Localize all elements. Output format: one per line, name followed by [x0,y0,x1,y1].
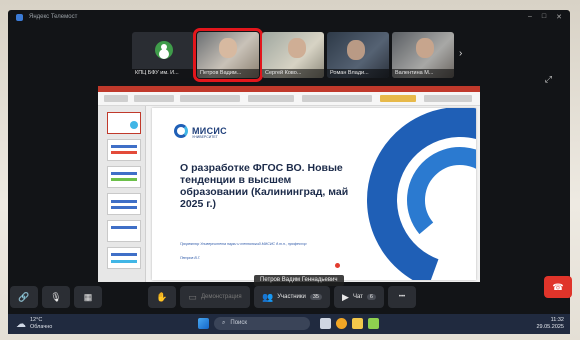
participant-name: Петров Вадим... [197,69,259,78]
cloud-icon: ☁ [16,318,26,330]
participants-label: Участники [277,294,306,300]
slide-thumbnail[interactable] [107,112,141,134]
app-icon[interactable] [368,318,379,329]
slide-thumbnail[interactable] [107,247,141,269]
photo-background: Яндекс Телемост – □ ✕ КПЦ БФУ им. И... П… [0,0,580,340]
taskbar-search[interactable]: ⌕ Поиск [214,317,310,330]
link-button[interactable]: 🔗 [10,286,38,308]
expand-icon[interactable]: ⤢ [545,74,552,85]
slide-thumbnail[interactable] [107,193,141,215]
ribbon-group [180,95,240,102]
search-icon: ⌕ [222,320,226,326]
phone-hangup-icon: ☎ [552,281,564,292]
participant-name: КПЦ БФУ им. И... [132,69,194,78]
raise-hand-button[interactable]: ✋ [148,286,176,308]
chat-icon: ▶ [342,291,349,302]
browser-icon[interactable] [336,318,347,329]
logo-mark-icon [174,124,188,138]
slide-caption: Проректор Университета науки и технологи… [180,242,307,246]
clock-time: 11:32 [550,317,564,323]
screen-share: МИСИС УНИВЕРСИТЕТ О разработке ФГОС ВО. … [98,86,480,282]
link-icon: 🔗 [18,291,30,302]
title-bar: Яндекс Телемост [8,10,570,24]
ribbon-group [248,95,294,102]
slide-author: Петров В.Г. [180,256,201,260]
slide-thumbnails [98,106,146,282]
powerpoint-ribbon [98,86,480,106]
participant-tile[interactable]: Валентина М... [392,32,454,78]
weather-text: Облачно [30,324,53,330]
microphone-button[interactable]: 🎙 [42,286,70,308]
participant-strip: КПЦ БФУ им. И... Петров Вадим... Сергей … [132,28,454,82]
clock-date: 29.05.2025 [536,324,564,330]
participant-name: Сергей Ково... [262,69,324,78]
participant-video [219,38,237,58]
call-toolbar: 🔗 🎙 ▦ ✋ ▭ Демонстрация 👥 Участники 35 ▶ … [8,286,570,312]
ribbon-group [302,95,372,102]
participant-tile-active[interactable]: Петров Вадим... [193,28,263,82]
slide-thumbnail[interactable] [107,139,141,161]
more-button[interactable]: ••• [388,286,416,308]
participant-tile[interactable]: Сергей Ково... [262,32,324,78]
ribbon-group [424,95,472,102]
end-call-button[interactable]: ☎ [544,276,572,298]
avatar [155,41,173,59]
participant-video [347,40,365,60]
demo-label: Демонстрация [200,294,242,300]
maximize-icon[interactable]: □ [542,13,546,21]
minimize-icon[interactable]: – [528,13,532,21]
slide-title: О разработке ФГОС ВО. Новые тенденции в … [180,162,349,210]
monitor-screen: Яндекс Телемост – □ ✕ КПЦ БФУ им. И... П… [8,10,570,334]
ribbon-tabs [98,86,480,92]
hand-icon: ✋ [156,291,168,302]
demo-button[interactable]: ▭ Демонстрация [180,286,250,308]
temperature: 12°C [30,317,43,323]
participant-tile[interactable]: Роман Влади... [327,32,389,78]
ribbon-group [380,95,416,102]
participants-button[interactable]: 👥 Участники 35 [254,286,330,308]
decorative-arcs [367,108,476,280]
windows-taskbar: ☁ 12°C Облачно ⌕ Поиск 11:32 29.05.2025 [8,314,570,334]
more-icon: ••• [398,294,406,300]
screen-share-icon: ▭ [188,291,197,302]
speaker-label: Петров Вадим Геннадьевич [254,275,344,286]
folder-icon[interactable] [352,318,363,329]
slide-thumbnail[interactable] [107,166,141,188]
participant-video [416,38,434,58]
ribbon-group [104,95,128,102]
camera-button[interactable]: ▦ [74,286,102,308]
chat-label: Чат [352,294,363,300]
task-view-icon[interactable] [320,318,331,329]
current-slide: МИСИС УНИВЕРСИТЕТ О разработке ФГОС ВО. … [152,108,476,280]
people-icon: 👥 [261,291,274,302]
microphone-icon: 🎙 [50,291,62,302]
app-icon [16,13,23,21]
participant-video [288,38,306,58]
chat-button[interactable]: ▶ Чат 6 [334,286,384,308]
search-placeholder: Поиск [230,320,248,326]
logo-subtitle: УНИВЕРСИТЕТ [192,135,218,139]
weather-widget[interactable]: ☁ 12°C Облачно [16,317,52,331]
participant-name: Роман Влади... [327,69,389,78]
ribbon-group [134,95,174,102]
participant-name: Валентина М... [392,69,454,78]
participants-count: 35 [309,294,322,300]
chat-count: 6 [366,294,376,300]
close-icon[interactable]: ✕ [556,13,562,21]
recording-dot [335,263,340,268]
camera-off-icon: ▦ [83,291,93,302]
chevron-right-icon[interactable]: › [459,48,462,59]
window-controls: – □ ✕ [528,13,562,21]
slide-thumbnail[interactable] [107,220,141,242]
system-clock[interactable]: 11:32 29.05.2025 [536,317,564,331]
start-button[interactable] [198,318,209,329]
participant-tile[interactable]: КПЦ БФУ им. И... [132,32,194,78]
window-title: Яндекс Телемост [29,14,78,20]
